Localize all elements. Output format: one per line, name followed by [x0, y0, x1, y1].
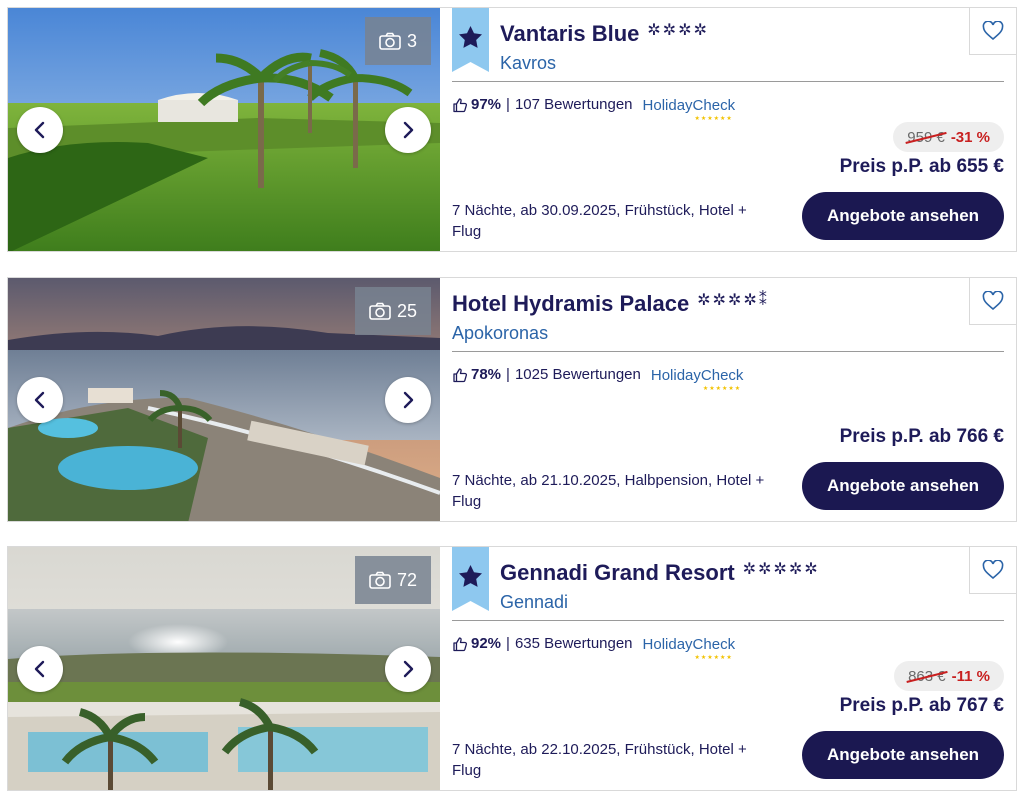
- hotel-photo[interactable]: 25: [8, 278, 440, 521]
- photo-count: 72: [396, 569, 417, 590]
- favorite-button[interactable]: [969, 278, 1016, 325]
- rating-separator: |: [506, 366, 510, 383]
- thumbs-up-icon: [453, 367, 468, 382]
- review-count[interactable]: 1025 Bewertungen: [515, 366, 641, 383]
- discount-percentage: -31 %: [950, 128, 990, 146]
- rating-separator: |: [506, 635, 510, 652]
- chevron-left-icon: [34, 121, 45, 138]
- price: Preis p.P. ab 766 €: [839, 426, 1004, 447]
- holidaycheck-label: HolidayCheck: [650, 367, 744, 384]
- holidaycheck-logo: HolidayCheck ★★★★★★: [642, 97, 736, 122]
- hotel-info: Vantaris Blue ✲✲✲✲ Kavros 97% | 107 Bewe…: [440, 8, 1016, 251]
- hotel-stars: ✲✲✲✲: [647, 22, 710, 39]
- rating-row: 78% | 1025 Bewertungen HolidayCheck ★★★★…: [452, 366, 744, 392]
- hotel-location[interactable]: Gennadi: [500, 592, 568, 613]
- chevron-right-icon: [403, 660, 414, 677]
- next-photo-button[interactable]: [385, 376, 431, 423]
- old-price: 863 €: [908, 667, 946, 685]
- holidaycheck-dots: ★★★★★★: [702, 386, 742, 392]
- thumbs-up-icon: [453, 97, 468, 112]
- hotel-info: Gennadi Grand Resort ✲✲✲✲✲ Gennadi 92% |…: [440, 547, 1016, 790]
- camera-icon: [369, 571, 391, 589]
- view-offers-button[interactable]: Angebote ansehen: [802, 462, 1004, 510]
- divider: [452, 351, 1004, 352]
- hotel-photo[interactable]: 72: [8, 547, 440, 790]
- discount-badge: 863 € -11 %: [894, 661, 1004, 691]
- next-photo-button[interactable]: [385, 106, 431, 153]
- trip-details: 7 Nächte, ab 22.10.2025, Frühstück, Hote…: [452, 741, 747, 779]
- review-count[interactable]: 107 Bewertungen: [515, 96, 633, 113]
- hotel-stars: ✲✲✲✲✲: [742, 561, 820, 578]
- previous-photo-button[interactable]: [17, 106, 63, 153]
- hotel-location[interactable]: Kavros: [500, 53, 556, 74]
- photo-count: 25: [396, 300, 417, 321]
- rating-percentage: 78%: [471, 366, 502, 383]
- chevron-right-icon: [403, 391, 414, 408]
- divider: [452, 81, 1004, 82]
- hotel-card[interactable]: 25 Hotel Hydramis Palace ✲✲✲✲⁑ Apokorona…: [7, 277, 1017, 522]
- hotel-name[interactable]: Hotel Hydramis Palace: [452, 291, 689, 317]
- heart-icon: [982, 291, 1004, 311]
- recommended-ribbon: [452, 547, 489, 611]
- heart-icon: [982, 21, 1004, 41]
- holidaycheck-logo: HolidayCheck ★★★★★★: [642, 636, 736, 661]
- discount-badge: 959 € -31 %: [893, 122, 1004, 152]
- hotel-card[interactable]: 3 Vantaris Blue ✲✲✲✲ Kavros 97% | 107 Be…: [7, 7, 1017, 252]
- trip-details: 7 Nächte, ab 21.10.2025, Halbpension, Ho…: [452, 472, 765, 510]
- hotel-info: Hotel Hydramis Palace ✲✲✲✲⁑ Apokoronas 7…: [440, 278, 1016, 521]
- photo-count: 3: [406, 30, 417, 51]
- next-photo-button[interactable]: [385, 645, 431, 692]
- trip-details: 7 Nächte, ab 30.09.2025, Frühstück, Hote…: [452, 202, 747, 240]
- photo-count-badge[interactable]: 25: [354, 287, 431, 335]
- rating-separator: |: [506, 96, 510, 113]
- camera-icon: [369, 302, 391, 320]
- chevron-right-icon: [403, 121, 414, 138]
- view-offers-button[interactable]: Angebote ansehen: [802, 731, 1004, 779]
- hotel-card[interactable]: 72 Gennadi Grand Resort ✲✲✲✲✲ Gennadi 92…: [7, 546, 1017, 791]
- recommended-ribbon: [452, 8, 489, 72]
- holidaycheck-dots: ★★★★★★: [694, 116, 733, 122]
- photo-count-badge[interactable]: 3: [364, 17, 431, 65]
- thumbs-up-icon: [453, 636, 468, 651]
- hotel-location[interactable]: Apokoronas: [452, 323, 548, 344]
- holidaycheck-logo: HolidayCheck ★★★★★★: [650, 367, 744, 392]
- previous-photo-button[interactable]: [17, 376, 63, 423]
- old-price: 959 €: [907, 128, 945, 146]
- divider: [452, 620, 1004, 621]
- hotel-name[interactable]: Gennadi Grand Resort: [500, 560, 735, 586]
- camera-icon: [379, 32, 401, 50]
- heart-icon: [982, 560, 1004, 580]
- chevron-left-icon: [34, 660, 45, 677]
- favorite-button[interactable]: [969, 547, 1016, 594]
- hotel-title-row: Gennadi Grand Resort ✲✲✲✲✲: [500, 560, 820, 586]
- holidaycheck-label: HolidayCheck: [642, 97, 736, 114]
- hotel-title-row: Hotel Hydramis Palace ✲✲✲✲⁑: [452, 291, 769, 317]
- favorite-button[interactable]: [969, 8, 1016, 55]
- review-count[interactable]: 635 Bewertungen: [515, 635, 633, 652]
- hotel-name[interactable]: Vantaris Blue: [500, 21, 639, 47]
- rating-row: 97% | 107 Bewertungen HolidayCheck ★★★★★…: [452, 96, 736, 122]
- photo-count-badge[interactable]: 72: [354, 556, 431, 604]
- holidaycheck-label: HolidayCheck: [642, 636, 736, 653]
- chevron-left-icon: [34, 391, 45, 408]
- hotel-title-row: Vantaris Blue ✲✲✲✲: [500, 21, 709, 47]
- rating-percentage: 97%: [471, 96, 502, 113]
- discount-percentage: -11 %: [951, 667, 990, 685]
- rating-percentage: 92%: [471, 635, 502, 652]
- rating-row: 92% | 635 Bewertungen HolidayCheck ★★★★★…: [452, 635, 736, 661]
- hotel-stars: ✲✲✲✲⁑: [697, 292, 769, 309]
- hotel-photo[interactable]: 3: [8, 8, 440, 251]
- price: Preis p.P. ab 767 €: [839, 695, 1004, 716]
- holidaycheck-dots: ★★★★★★: [694, 655, 733, 661]
- view-offers-button[interactable]: Angebote ansehen: [802, 192, 1004, 240]
- price: Preis p.P. ab 655 €: [839, 156, 1004, 177]
- previous-photo-button[interactable]: [17, 645, 63, 692]
